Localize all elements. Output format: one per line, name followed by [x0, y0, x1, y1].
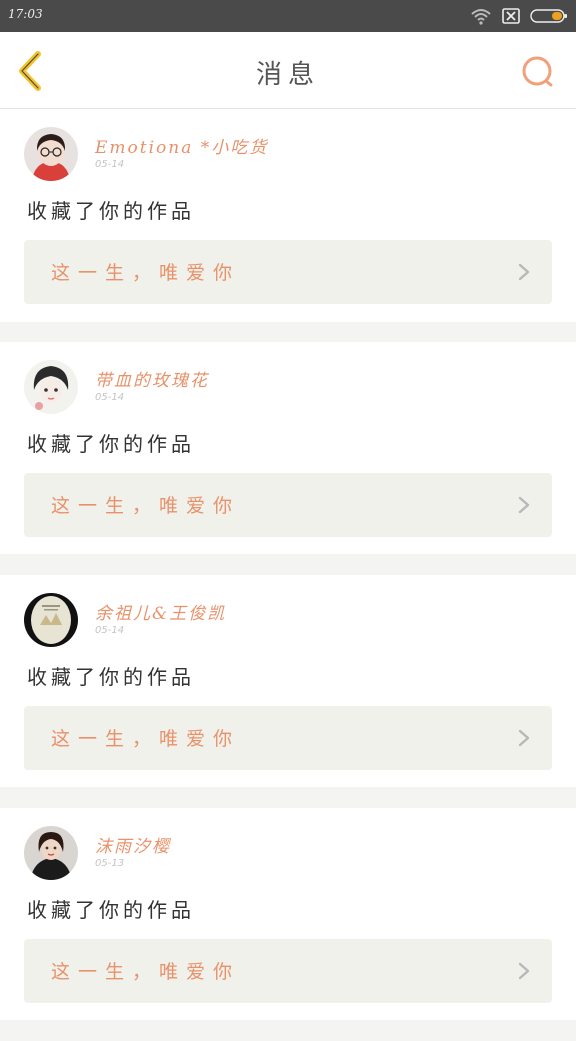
status-bar: 17:03	[0, 0, 576, 32]
chevron-right-icon	[518, 263, 530, 281]
message-time: 05-13	[95, 858, 125, 869]
avatar[interactable]	[24, 127, 78, 181]
work-link[interactable]: 这一生，唯爱你	[24, 939, 552, 1003]
message-item: 余祖儿&王俊凯 05-14 收藏了你的作品 这一生，唯爱你	[0, 575, 576, 787]
search-icon[interactable]	[520, 54, 556, 90]
action-text: 收藏了你的作品	[27, 432, 195, 456]
action-text: 收藏了你的作品	[27, 199, 195, 223]
user-name[interactable]: 带血的玫瑰花	[95, 366, 209, 391]
avatar[interactable]	[24, 826, 78, 880]
message-item: 沫雨汐樱 05-13 收藏了你的作品 这一生，唯爱你	[0, 808, 576, 1020]
user-name[interactable]: 余祖儿&王俊凯	[95, 599, 226, 624]
action-text: 收藏了你的作品	[27, 665, 195, 689]
message-time: 05-14	[95, 625, 125, 636]
page-title: 消息	[255, 60, 320, 90]
status-time: 17:03	[8, 7, 43, 21]
chevron-right-icon	[518, 962, 530, 980]
action-text: 收藏了你的作品	[27, 898, 195, 922]
message-time: 05-14	[95, 392, 125, 403]
avatar[interactable]	[24, 360, 78, 414]
message-item: 带血的玫瑰花 05-14 收藏了你的作品 这一生，唯爱你	[0, 342, 576, 554]
work-link[interactable]: 这一生，唯爱你	[24, 473, 552, 537]
battery-icon	[530, 9, 567, 23]
message-time: 05-14	[95, 159, 125, 170]
chevron-right-icon	[518, 729, 530, 747]
work-title: 这一生，唯爱你	[51, 728, 241, 750]
user-name[interactable]: Emotiona *小吃货	[95, 133, 268, 158]
work-link[interactable]: 这一生，唯爱你	[24, 240, 552, 304]
message-list: Emotiona *小吃货 05-14 收藏了你的作品 这一生，唯爱你 带血的玫…	[0, 109, 576, 1041]
no-sim-icon	[502, 8, 520, 24]
message-item: Emotiona *小吃货 05-14 收藏了你的作品 这一生，唯爱你	[0, 109, 576, 322]
work-title: 这一生，唯爱你	[51, 262, 241, 284]
user-name[interactable]: 沫雨汐樱	[95, 832, 171, 857]
wifi-icon	[471, 9, 491, 25]
nav-bar: 消息	[0, 32, 576, 109]
work-link[interactable]: 这一生，唯爱你	[24, 706, 552, 770]
status-icons	[470, 6, 568, 26]
avatar[interactable]	[24, 593, 78, 647]
chevron-right-icon	[518, 496, 530, 514]
work-title: 这一生，唯爱你	[51, 495, 241, 517]
work-title: 这一生，唯爱你	[51, 961, 241, 983]
